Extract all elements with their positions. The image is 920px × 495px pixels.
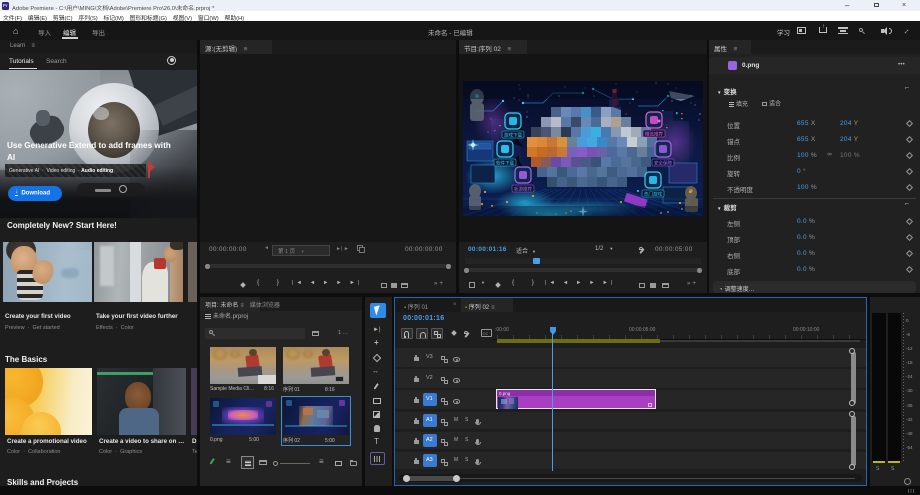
svg-text:软件下载: 软件下载: [496, 160, 514, 167]
svg-text:精选推荐: 精选推荐: [645, 131, 663, 138]
svg-text:游戏下载: 游戏下载: [504, 132, 522, 139]
svg-text:安全保障: 安全保障: [654, 160, 672, 167]
svg-text:新游推荐: 新游推荐: [514, 186, 532, 193]
svg-text:热门游戏: 热门游戏: [644, 191, 662, 198]
